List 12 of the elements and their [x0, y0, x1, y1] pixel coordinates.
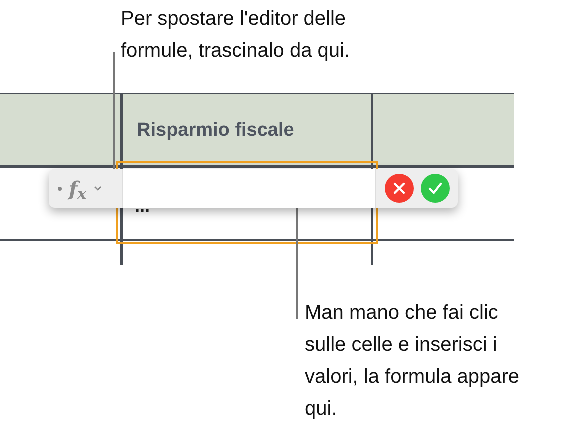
checkmark-icon	[428, 182, 442, 195]
formula-input[interactable]	[123, 169, 375, 208]
function-label: f$_{x}$	[69, 176, 87, 204]
close-icon	[392, 182, 406, 195]
cancel-button[interactable]	[384, 174, 414, 203]
callout-text: Per spostare l'editor delle formule, trascinalo da qui.	[121, 7, 352, 64]
formula-editor[interactable]: f$_{x}$	[49, 169, 458, 208]
chevron-icon[interactable]	[94, 186, 102, 192]
drag-handle-icon[interactable]	[58, 186, 62, 190]
column-header: Risparmio fiscale	[137, 119, 294, 143]
confirm-button[interactable]	[420, 174, 450, 203]
callout-text: Man mano che fai clic sulle celle e inserisci i valori, la formula appare qui.	[305, 301, 521, 422]
